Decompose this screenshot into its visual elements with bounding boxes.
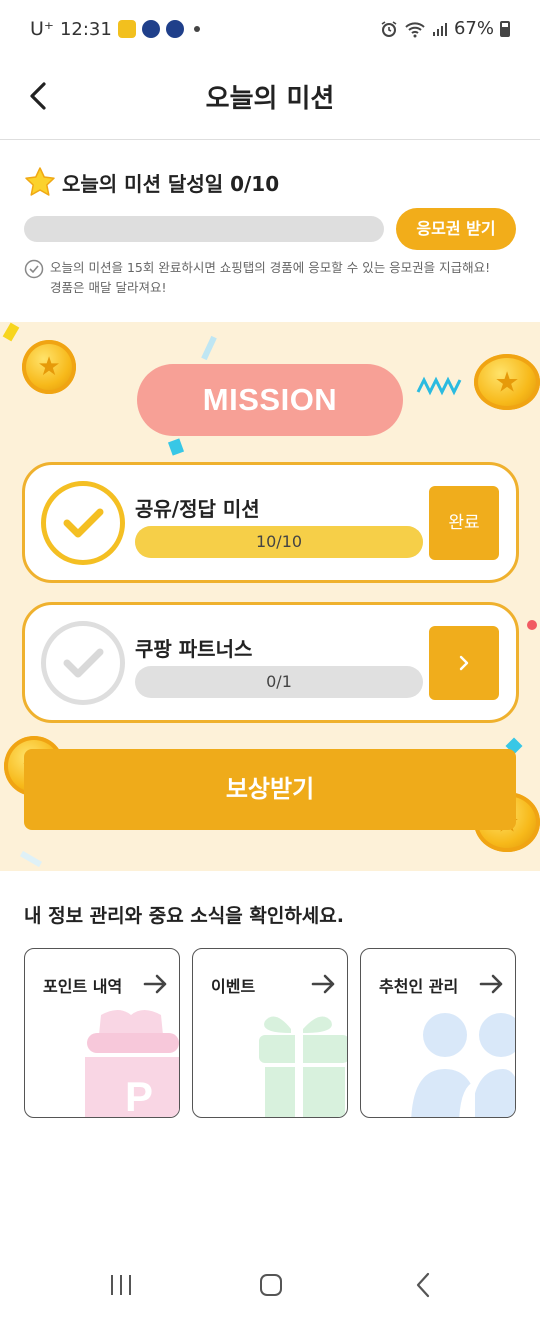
more-notifications-dot	[193, 26, 200, 32]
confetti	[167, 438, 185, 456]
mission-area: MISSION 공유/정답 미션 10/10 완료 쿠팡 파트너스 0/1 보상…	[0, 322, 540, 871]
summary-progress-bar	[24, 216, 384, 242]
mission-progress-label: 10/10	[255, 532, 303, 551]
confetti	[2, 322, 20, 342]
arrow-right-icon	[311, 974, 335, 994]
recent-apps-icon[interactable]	[109, 1274, 133, 1296]
home-icon[interactable]	[259, 1273, 283, 1297]
mission-progress-label: 0/1	[266, 672, 292, 691]
app-notification-icon	[141, 20, 160, 38]
star-icon	[25, 167, 55, 196]
coin-icon	[474, 354, 540, 410]
notice: 오늘의 미션을 15회 완료하시면 쇼핑탭의 경품에 응모할 수 있는 응모권을…	[24, 258, 516, 298]
app-notification-icon	[165, 20, 184, 38]
mission-complete-check-icon	[41, 481, 125, 565]
page-title: 오늘의 미션	[205, 84, 335, 114]
nav-back-icon[interactable]	[414, 1272, 432, 1298]
app-notification-icon	[117, 20, 136, 38]
reward-button[interactable]: 보상받기	[24, 749, 516, 830]
notice-line: 오늘의 미션을 15회 완료하시면 쇼핑탭의 경품에 응모할 수 있는 응모권을…	[50, 260, 491, 275]
mission-go-button[interactable]	[429, 626, 499, 700]
mission-card-coupang-partners[interactable]: 쿠팡 파트너스 0/1	[22, 602, 519, 723]
summary-title: 오늘의 미션 달성일 0/10	[62, 171, 280, 196]
point-history-label: 포인트 내역	[43, 977, 123, 996]
signal-icon	[432, 22, 447, 36]
system-nav-bar	[0, 1250, 540, 1320]
confetti	[201, 335, 217, 361]
info-heading: 내 정보 관리와 중요 소식을 확인하세요.	[24, 905, 344, 927]
confetti	[19, 850, 43, 868]
confetti	[416, 376, 462, 396]
point-history-card[interactable]: P 포인트 내역	[24, 948, 180, 1118]
confetti	[527, 620, 537, 630]
svg-text:P: P	[125, 1073, 153, 1118]
event-label: 이벤트	[211, 977, 256, 996]
referral-label: 추천인 관리	[379, 977, 459, 996]
mission-title: 공유/정답 미션	[135, 497, 260, 521]
alarm-icon	[381, 20, 397, 37]
status-bar: U⁺ 12:31 67%	[0, 0, 540, 60]
notice-line: 경품은 매달 달라져요!	[50, 280, 167, 295]
point-pouch-icon: P	[85, 1010, 179, 1118]
mission-complete-button[interactable]: 완료	[429, 486, 499, 560]
mission-summary: 오늘의 미션 달성일 0/10 응모권 받기 오늘의 미션을 15회 완료하시면…	[24, 166, 516, 295]
mission-progress-bar: 0/1	[135, 666, 423, 698]
mission-pending-check-icon	[41, 621, 125, 705]
mission-progress-bar: 10/10	[135, 526, 423, 558]
wifi-icon	[405, 21, 425, 37]
mission-title: 쿠팡 파트너스	[135, 637, 253, 661]
battery-icon	[500, 20, 510, 37]
mission-badge: MISSION	[137, 364, 403, 436]
app-header: 오늘의 미션	[0, 60, 540, 140]
chevron-right-icon	[459, 655, 469, 671]
ticket-button[interactable]: 응모권 받기	[396, 208, 516, 250]
carrier-label: U⁺	[30, 18, 54, 40]
mission-card-share-answer: 공유/정답 미션 10/10 완료	[22, 462, 519, 583]
people-icon	[411, 1013, 515, 1117]
arrow-right-icon	[479, 974, 503, 994]
battery-percent: 67%	[453, 18, 494, 39]
arrow-right-icon	[143, 974, 167, 994]
coin-icon	[22, 340, 76, 394]
referral-management-card[interactable]: 추천인 관리	[360, 948, 516, 1118]
event-card[interactable]: 이벤트	[192, 948, 348, 1118]
gift-icon	[259, 1016, 347, 1117]
status-time: 12:31	[59, 18, 112, 40]
check-circle-icon	[24, 259, 44, 279]
